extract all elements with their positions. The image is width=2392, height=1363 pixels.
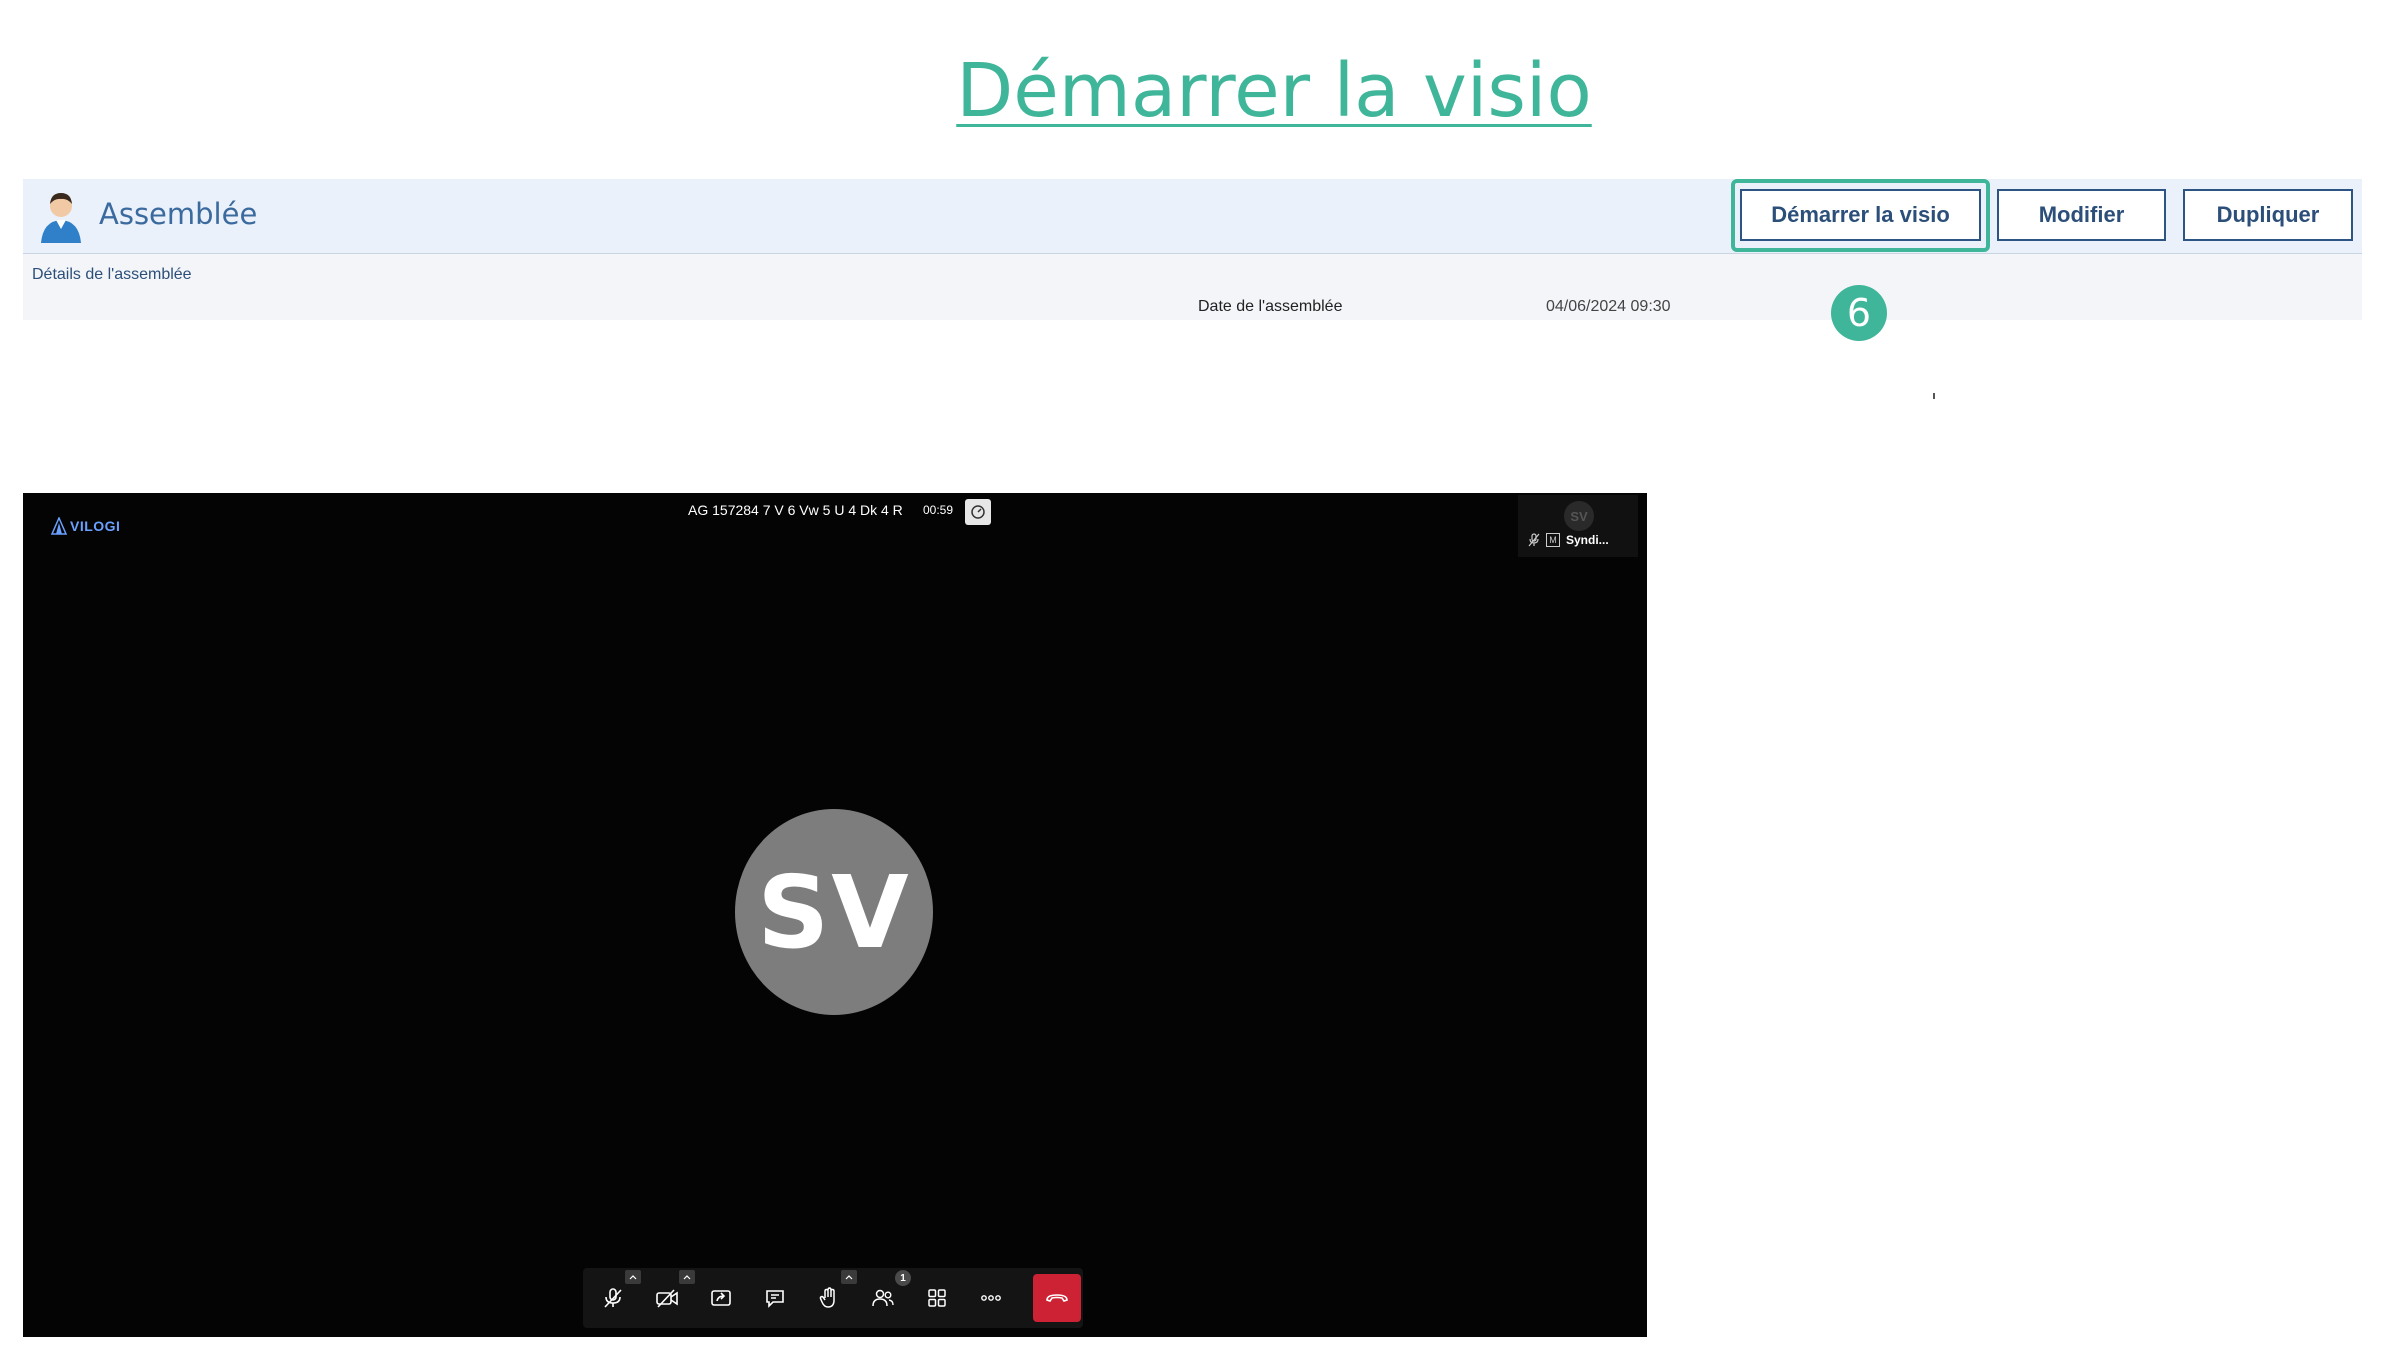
meeting-timer: 00:59 <box>923 503 954 517</box>
participant-thumbnail[interactable]: SV M Syndi... <box>1518 495 1638 557</box>
tile-view-button[interactable] <box>917 1278 957 1318</box>
assembly-header: Assemblée Démarrer la visio Modifier Dup… <box>23 179 2362 254</box>
participant-avatar: SV <box>735 809 933 1015</box>
hangup-button[interactable] <box>1033 1274 1081 1322</box>
hangup-icon <box>1046 1294 1068 1302</box>
screen-share-icon <box>711 1290 731 1306</box>
audio-options-caret[interactable] <box>625 1270 641 1284</box>
thumbnail-name: Syndi... <box>1566 533 1609 547</box>
camera-off-icon <box>656 1289 678 1308</box>
camera-button[interactable] <box>647 1278 687 1318</box>
chevron-up-icon <box>629 1274 637 1279</box>
raise-hand-icon <box>819 1287 835 1308</box>
tile-view-icon <box>928 1289 946 1307</box>
raise-hand-button[interactable] <box>809 1278 849 1318</box>
user-avatar-icon <box>37 189 85 243</box>
modify-button[interactable]: Modifier <box>1997 189 2166 241</box>
screen-share-button[interactable] <box>701 1278 741 1318</box>
reactions-caret[interactable] <box>841 1270 857 1284</box>
mute-button[interactable] <box>593 1278 633 1318</box>
moderator-badge: M <box>1546 533 1560 547</box>
mic-muted-small-icon <box>1528 533 1540 547</box>
assembly-date-value: 04/06/2024 09:30 <box>1546 298 1671 315</box>
assembly-title: Assemblée <box>99 197 258 231</box>
logo-mark-icon <box>51 517 67 535</box>
details-section-label: Détails de l'assemblée <box>32 266 192 283</box>
duplicate-button[interactable]: Dupliquer <box>2183 189 2353 241</box>
microphone-muted-icon <box>604 1288 622 1308</box>
more-options-icon <box>981 1295 1001 1301</box>
logo-text: VILOGI <box>70 518 121 534</box>
performance-settings-button[interactable] <box>965 499 991 525</box>
participants-count-badge: 1 <box>895 1270 911 1286</box>
step-number-badge: 6 <box>1831 285 1887 341</box>
more-options-button[interactable] <box>971 1278 1011 1318</box>
video-conference-window: VILOGI AG 157284 7 V 6 Vw 5 U 4 Dk 4 R 0… <box>23 493 1647 1337</box>
chevron-up-icon <box>683 1274 691 1279</box>
meeting-name: AG 157284 7 V 6 Vw 5 U 4 Dk 4 R <box>688 502 903 518</box>
chat-button[interactable] <box>755 1278 795 1318</box>
thumbnail-avatar: SV <box>1564 501 1594 531</box>
stray-mark <box>1933 393 1935 399</box>
chat-icon <box>766 1290 784 1308</box>
assembly-date-label: Date de l'assemblée <box>1198 298 1343 315</box>
video-options-caret[interactable] <box>679 1270 695 1284</box>
start-visio-button[interactable]: Démarrer la visio <box>1740 189 1981 241</box>
vilogi-logo: VILOGI <box>51 515 120 537</box>
assembly-details: Détails de l'assemblée Date de l'assembl… <box>23 254 2362 320</box>
gauge-icon <box>971 505 985 519</box>
participants-icon <box>872 1289 894 1307</box>
chevron-up-icon <box>845 1274 853 1279</box>
meeting-toolbar: 1 <box>583 1268 1083 1328</box>
slide-title[interactable]: Démarrer la visio <box>0 48 2392 134</box>
